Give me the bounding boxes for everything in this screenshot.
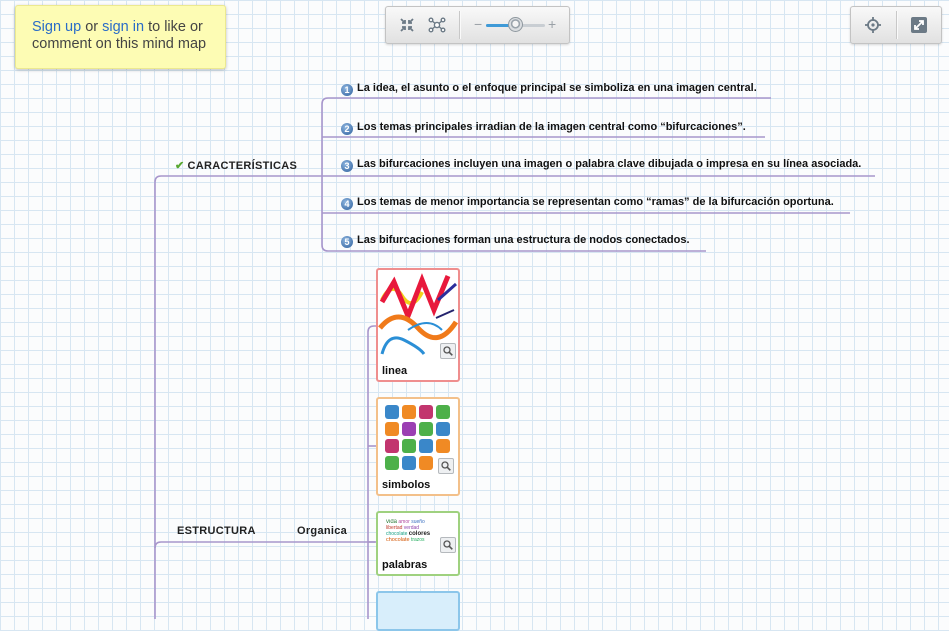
list-item[interactable]: 3 Las bifurcaciones incluyen una imagen o… xyxy=(341,158,861,172)
topic-caracteristicas[interactable]: ✔ CARACTERÍSTICAS xyxy=(175,159,297,172)
list-item[interactable]: 5 Las bifurcaciones forman una estructura… xyxy=(341,234,690,248)
list-item[interactable]: 4 Los temas de menor importancia se repre… xyxy=(341,196,834,210)
word-cloud-word: chocolate xyxy=(386,537,410,543)
image-card-partial[interactable] xyxy=(376,591,460,631)
check-icon: ✔ xyxy=(175,160,185,172)
topic-caracteristicas-label: CARACTERÍSTICAS xyxy=(187,160,298,172)
magnify-icon xyxy=(443,346,453,356)
list-item-text: La idea, el asunto o el enfoque principa… xyxy=(357,82,757,94)
list-item[interactable]: 2 Los temas principales irradian de la im… xyxy=(341,121,746,135)
list-item-text: Los temas principales irradian de la ima… xyxy=(357,121,746,133)
image-card-palabras[interactable]: vida amor sueño libertad verdad chocolat… xyxy=(376,511,460,576)
number-badge-icon: 4 xyxy=(341,198,353,210)
topic-estructura[interactable]: ESTRUCTURA xyxy=(177,525,256,537)
word-cloud-word: trazos xyxy=(410,537,425,543)
number-badge-icon: 3 xyxy=(341,160,353,172)
topic-organica[interactable]: Organica xyxy=(297,525,347,537)
number-badge-icon: 2 xyxy=(341,123,353,135)
zoom-image-button[interactable] xyxy=(440,343,456,359)
image-card-linea[interactable]: linea xyxy=(376,268,460,382)
list-item-text: Las bifurcaciones incluyen una imagen o … xyxy=(357,158,862,170)
list-item-text: Los temas de menor importancia se repres… xyxy=(357,196,834,208)
zoom-image-button[interactable] xyxy=(440,537,456,553)
list-item-text: Las bifurcaciones forman una estructura … xyxy=(357,234,690,246)
image-card-simbolos[interactable]: simbolos xyxy=(376,397,460,496)
card-caption: simbolos xyxy=(382,479,431,491)
list-item[interactable]: 1 La idea, el asunto o el enfoque princip… xyxy=(341,82,757,96)
number-badge-icon: 1 xyxy=(341,84,353,96)
zoom-image-button[interactable] xyxy=(438,458,454,474)
card-caption: palabras xyxy=(382,559,428,571)
card-caption: linea xyxy=(382,365,408,377)
magnify-icon xyxy=(441,461,451,471)
magnify-icon xyxy=(443,540,453,550)
number-badge-icon: 5 xyxy=(341,236,353,248)
